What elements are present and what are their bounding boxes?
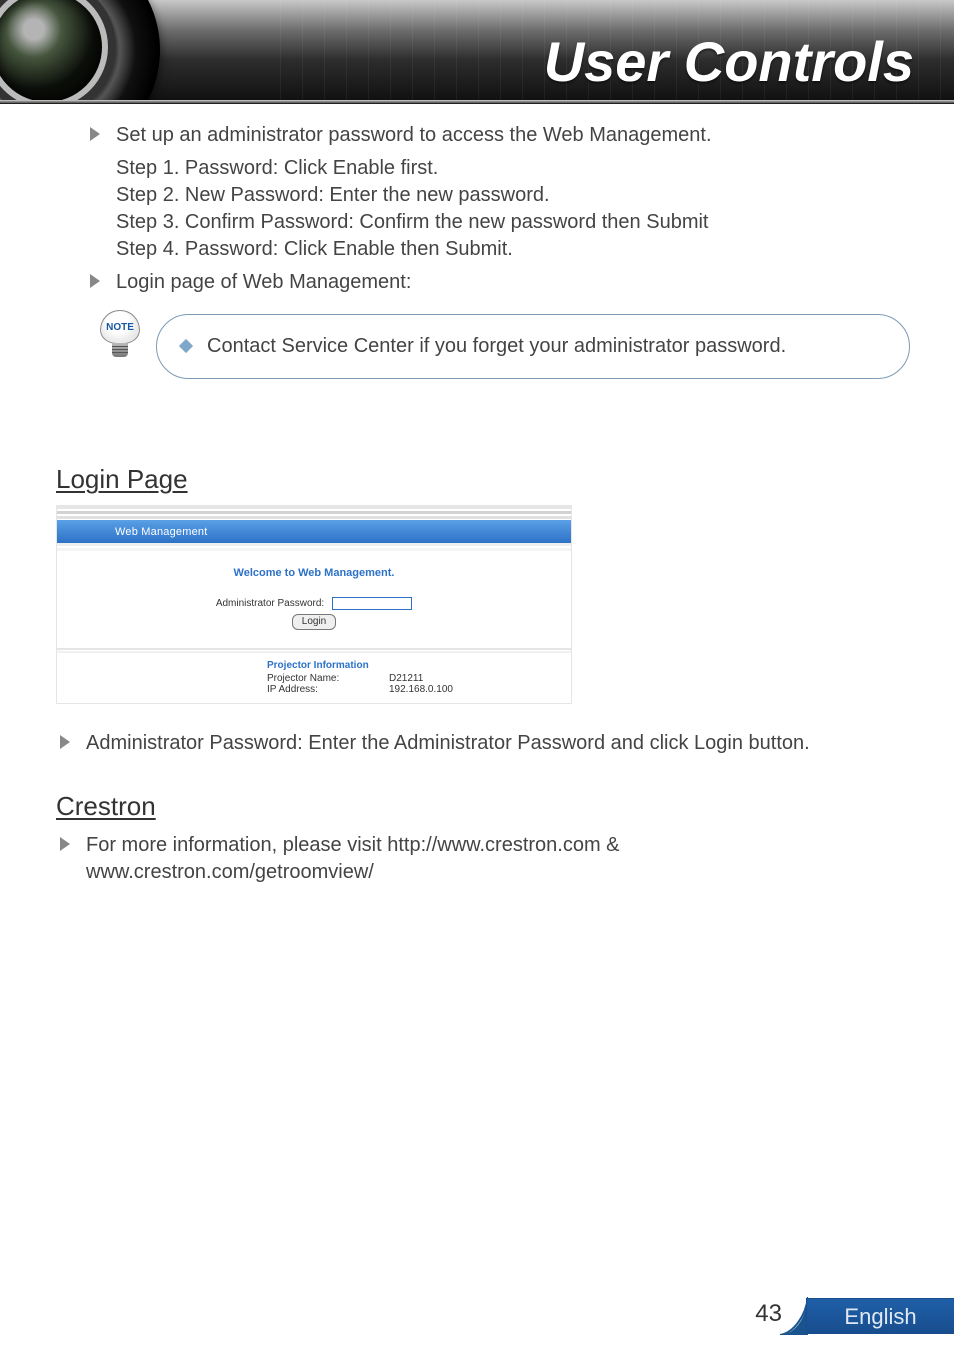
login-intro: Login page of Web Management:	[86, 269, 910, 296]
step-4: Step 4. Password: Click Enable then Subm…	[86, 236, 910, 263]
web-management-screenshot: Web Management Welcome to Web Management…	[56, 505, 572, 704]
step-3: Step 3. Confirm Password: Confirm the ne…	[86, 209, 910, 236]
page-banner: User Controls	[0, 0, 954, 100]
crestron-info: For more information, please visit http:…	[56, 832, 910, 886]
projector-name-row: Projector Name: D21211	[267, 673, 571, 684]
main-content: Set up an administrator password to acce…	[0, 104, 954, 438]
setup-intro-text: Set up an administrator password to acce…	[116, 124, 712, 146]
projector-name-value: D21211	[389, 673, 423, 684]
projector-info: Projector Information Projector Name: D2…	[57, 654, 571, 703]
wm-decoration-gap	[57, 543, 571, 553]
step-2: Step 2. New Password: Enter the new pass…	[86, 182, 910, 209]
bulb-base-icon	[112, 343, 128, 357]
login-instruction-text: Administrator Password: Enter the Admini…	[86, 732, 810, 754]
diamond-bullet-icon	[179, 339, 193, 353]
wm-decoration-top	[57, 506, 571, 520]
crestron-text: For more information, please visit http:…	[86, 834, 620, 883]
note-text: Contact Service Center if you forget you…	[207, 335, 786, 357]
footer-arc-decoration	[776, 1297, 808, 1335]
wm-tab: Web Management	[57, 520, 571, 543]
triangle-bullet-icon	[60, 735, 70, 749]
note-callout: NOTE Contact Service Center if you forge…	[86, 314, 910, 388]
admin-password-input[interactable]	[332, 597, 412, 610]
wm-welcome-text: Welcome to Web Management.	[57, 567, 571, 579]
wm-password-label: Administrator Password:	[216, 598, 324, 609]
wm-password-row: Administrator Password:	[57, 597, 571, 610]
ip-address-value: 192.168.0.100	[389, 684, 453, 695]
login-button[interactable]: Login	[292, 614, 336, 630]
note-bulb-icon: NOTE	[98, 310, 142, 366]
login-page-section: Login Page Web Management Welcome to Web…	[0, 464, 954, 886]
note-icon-label: NOTE	[100, 310, 140, 344]
projector-info-title: Projector Information	[267, 660, 571, 671]
login-instruction: Administrator Password: Enter the Admini…	[56, 730, 910, 757]
setup-intro: Set up an administrator password to acce…	[86, 122, 910, 149]
ip-address-row: IP Address: 192.168.0.100	[267, 684, 571, 695]
lens-graphic	[0, 0, 160, 100]
login-intro-text: Login page of Web Management:	[116, 271, 411, 293]
triangle-bullet-icon	[90, 274, 100, 288]
triangle-bullet-icon	[90, 127, 100, 141]
wm-body: Welcome to Web Management. Administrator…	[57, 553, 571, 638]
page-footer: 43 English	[0, 1294, 954, 1334]
step-1: Step 1. Password: Click Enable first.	[86, 155, 910, 182]
note-bubble: Contact Service Center if you forget you…	[156, 314, 910, 379]
login-page-heading: Login Page	[56, 464, 910, 495]
triangle-bullet-icon	[60, 837, 70, 851]
footer-language-tab: English	[806, 1298, 954, 1334]
ip-address-label: IP Address:	[267, 684, 353, 695]
crestron-heading: Crestron	[56, 791, 910, 822]
page-title: User Controls	[544, 29, 914, 94]
projector-name-label: Projector Name:	[267, 673, 353, 684]
